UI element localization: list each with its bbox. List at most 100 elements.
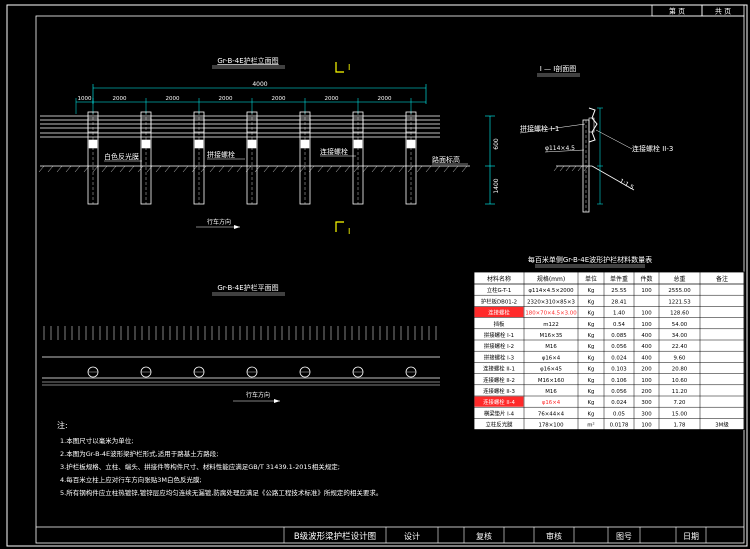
hatch-line — [254, 165, 261, 173]
table-grid: 材料名称 规格(mm) 单位 单件重 件数 总重 备注立柱G-T-1 φ114×4.5×200… — [473, 271, 745, 431]
table-cell: 100 — [641, 378, 652, 384]
hatch-line — [155, 165, 162, 173]
table-cell: 立柱反光膜 — [486, 421, 514, 429]
label-connector: 拼接螺栓 — [207, 150, 235, 159]
table-cell: Kg — [588, 288, 595, 294]
hatch-line — [380, 165, 387, 173]
table-cell: 100 — [641, 288, 652, 294]
dim-label: 2000 — [272, 96, 286, 102]
guardrail-beam — [40, 115, 440, 138]
table-cell: 400 — [641, 333, 652, 339]
hatch-line — [38, 165, 45, 173]
table-cell: 2555.00 — [668, 288, 691, 294]
plan-posts — [87, 366, 417, 378]
table-cell: Kg — [588, 355, 595, 361]
table-header-cell: 材料名称 — [487, 275, 511, 283]
elevation-view: Gr-B-4E护栏立面图 I I 4000 1000 2000 2000 2000 20… — [38, 56, 500, 236]
dim-label: 1000 — [78, 96, 92, 102]
page-number-boxes: 第 页 共 页 — [651, 4, 745, 17]
table-cell: 拼接螺栓 I-3 — [484, 353, 514, 361]
table-cell: 3M级 — [715, 421, 729, 429]
table-cell: 0.106 — [611, 378, 627, 384]
page-box-total: 共 页 — [715, 7, 731, 16]
table-cell: Kg — [588, 400, 595, 406]
table-cell: 128.60 — [670, 311, 689, 317]
hatch-line — [362, 165, 369, 173]
hatch-line — [407, 165, 414, 173]
table-cell: 1.40 — [613, 311, 626, 317]
note-3: 3.护栏板规格、立柱、端头、拼接件等构件尺寸、材料性能应满足GB/T 31439… — [60, 462, 340, 471]
table-cell: 7.20 — [673, 400, 686, 406]
table-cell: 0.024 — [611, 355, 627, 361]
label-road-surface: 路面标高 — [432, 155, 460, 164]
hatch-line — [344, 165, 351, 173]
table-header-cell: 单件重 — [610, 275, 628, 283]
hatch-line — [47, 165, 54, 173]
table-cell: 立柱G-T-1 — [487, 286, 512, 294]
section-mark-bottom — [335, 221, 344, 232]
table-cell: m² — [587, 422, 594, 429]
table-cell: 连接螺栓 II-1 — [483, 365, 515, 373]
drawing-title: B级波形梁护栏设计图 — [294, 531, 376, 542]
post-reflector — [194, 139, 204, 149]
section-mark-bottom-label: I — [348, 227, 350, 236]
table-cell: 横梁垫片 I-4 — [484, 409, 515, 417]
hatch-line — [191, 165, 198, 173]
dim-height: 600 — [493, 138, 500, 150]
table-cell: Kg — [588, 333, 595, 339]
hatch-line — [553, 165, 559, 172]
hatch-line — [353, 165, 360, 173]
table-cell: M16 — [545, 389, 557, 395]
label-connect-bolt: 连接螺栓 — [320, 147, 348, 156]
table-cell: 连接螺栓 II-4 — [483, 398, 515, 406]
table-cell: Kg — [588, 299, 595, 305]
table-cell: m122 — [543, 322, 559, 328]
hatch-line — [128, 165, 135, 173]
table-cell: φ16×4 — [542, 400, 561, 406]
table-cell: 11.20 — [672, 389, 688, 395]
table-cell: 180×70×4.5×3.00 — [525, 311, 577, 317]
hatch-line — [461, 165, 468, 173]
table-cell: 400 — [641, 355, 652, 361]
table-cell: 15.00 — [672, 411, 688, 417]
table-cell: 100 — [641, 311, 652, 317]
spacing-dimensions: 1000 2000 2000 2000 2000 2000 2000 — [75, 96, 426, 114]
post-reflector — [141, 139, 151, 149]
hatch-line — [137, 165, 144, 173]
dim-label: 2000 — [325, 96, 339, 102]
hatch-line — [74, 165, 81, 173]
section-view: I — I剖面图 拼接螺栓 I-1 φ114×4.5 连接螺栓 II-3 1:1… — [519, 64, 673, 213]
table-cell: Kg — [588, 411, 595, 417]
hatch-line — [416, 165, 423, 173]
table-cell: 连接螺栓 — [488, 309, 510, 317]
hatch-line — [281, 165, 288, 173]
table-header-cell: 单位 — [585, 275, 597, 283]
dim-label: 2000 — [378, 96, 392, 102]
note-5: 5.所有钢构件应立柱热镀锌,镀锌层应均匀连续无漏镀,防腐处理应满足《公路工程技术… — [60, 488, 382, 497]
hatch-line — [200, 165, 207, 173]
table-cell: 34.00 — [672, 333, 688, 339]
table-cell: Kg — [588, 344, 595, 350]
title-block: B级波形梁护栏设计图 设计 复核 审核 图号 日期 — [36, 526, 744, 543]
section-mark-top — [335, 62, 344, 73]
dim-label: 2000 — [166, 96, 180, 102]
table-cell: 护栏板DB01-2 — [481, 297, 517, 305]
table-cell: Kg — [588, 311, 595, 317]
table-cell: φ16×4 — [542, 355, 561, 361]
table-cell: 54.00 — [672, 322, 688, 328]
section-title: I — I剖面图 — [540, 64, 577, 73]
table-cell: Kg — [588, 367, 595, 373]
plan-title: Gr-B-4E护栏平面图 — [217, 283, 278, 292]
hatch-line — [272, 165, 279, 173]
post-reflector — [300, 139, 310, 149]
dim-overall: 4000 — [252, 81, 267, 88]
section-label-bolt-side: 连接螺栓 II-3 — [632, 144, 673, 153]
table-cell: 25.55 — [611, 288, 626, 294]
post-reflector — [247, 139, 257, 149]
plan-direction: 行车方向 — [246, 391, 270, 399]
dim-label: 2000 — [113, 96, 127, 102]
hatch-line — [110, 165, 117, 173]
table-cell: 连接螺栓 II-2 — [483, 376, 515, 384]
table-cell: 0.056 — [611, 389, 627, 395]
table-cell: 挡板 — [494, 320, 505, 328]
